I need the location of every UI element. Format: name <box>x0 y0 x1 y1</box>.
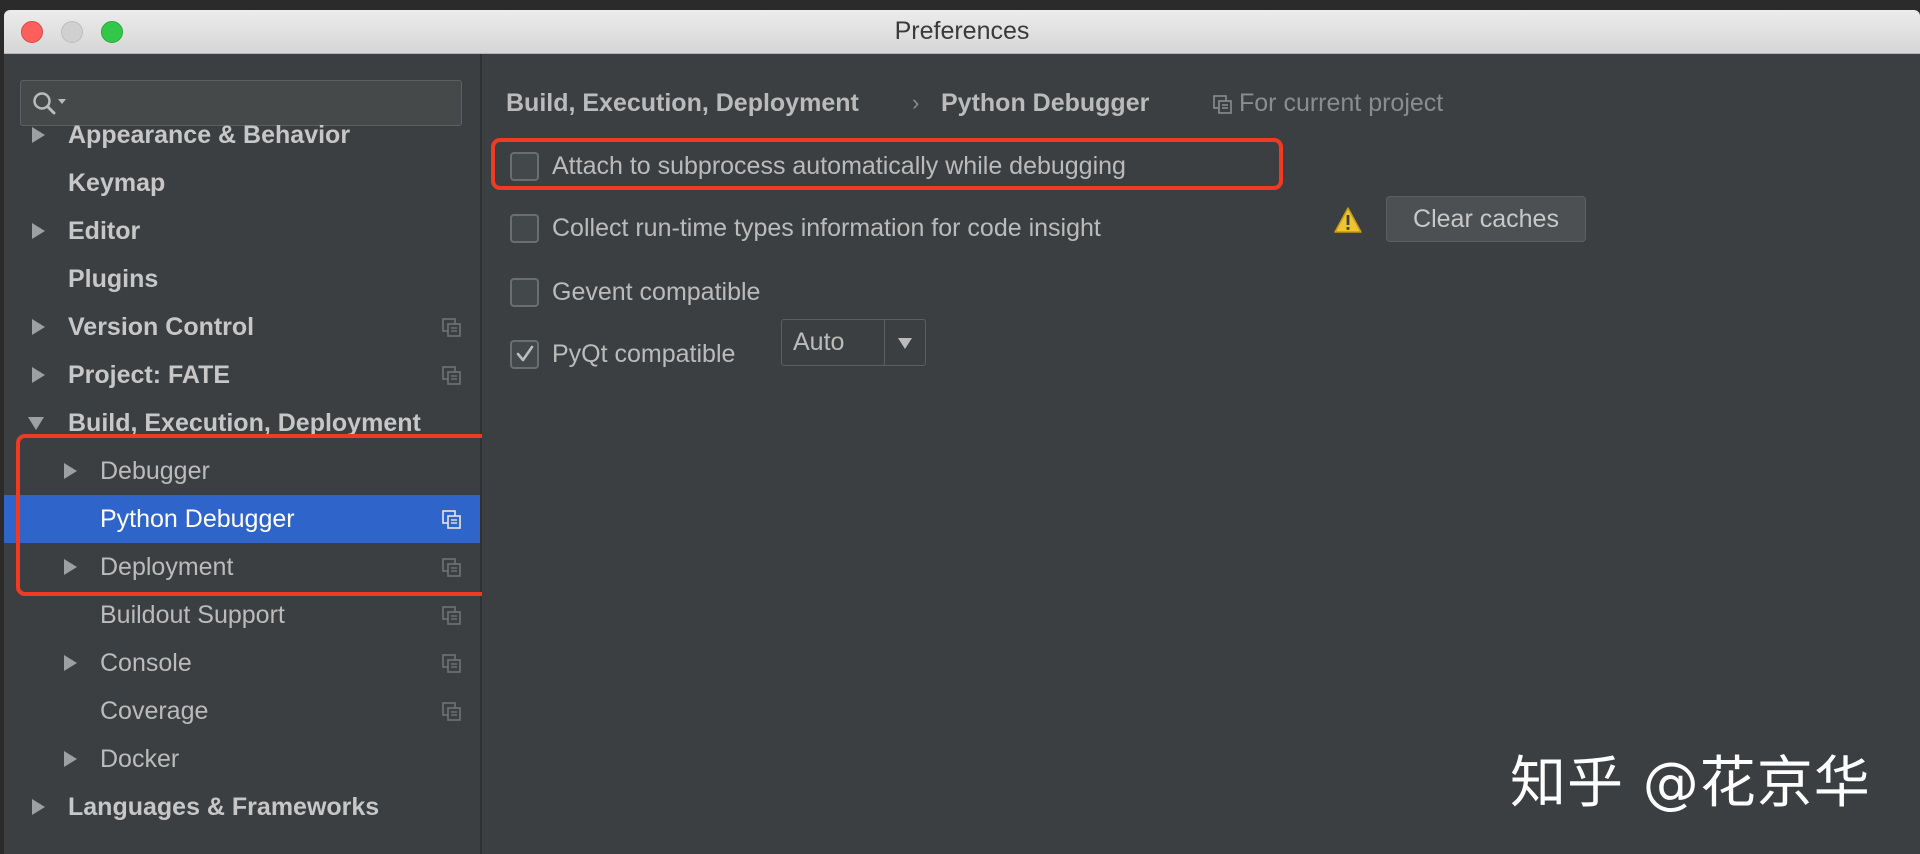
sidebar-item-docker[interactable]: Docker <box>4 735 480 783</box>
breadcrumb-parent: Build, Execution, Deployment <box>506 89 859 117</box>
scope-label: For current project <box>1239 89 1444 117</box>
title-bar: Preferences <box>4 10 1920 54</box>
project-scope-icon <box>442 366 461 385</box>
collapse-arrow-icon[interactable] <box>28 417 44 430</box>
sidebar-item-languages-frameworks[interactable]: Languages & Frameworks <box>4 783 480 831</box>
gevent-checkbox[interactable] <box>510 278 539 307</box>
sidebar-item-buildout-support[interactable]: Buildout Support <box>4 591 480 639</box>
collect-types-checkbox[interactable] <box>510 214 539 243</box>
expand-arrow-icon[interactable] <box>32 367 45 383</box>
project-scope-icon <box>442 654 461 673</box>
project-scope-icon <box>1213 95 1232 114</box>
sidebar-item-label: Appearance & Behavior <box>68 121 351 149</box>
sidebar-item-label: Editor <box>68 217 141 245</box>
gevent-label: Gevent compatible <box>552 278 761 306</box>
project-scope-icon <box>442 606 461 625</box>
preferences-window: Preferences Appearance & Behavior Keymap… <box>4 10 1920 854</box>
expand-arrow-icon[interactable] <box>32 319 45 335</box>
expand-arrow-icon[interactable] <box>64 751 77 767</box>
select-divider <box>884 320 885 365</box>
clear-caches-button[interactable]: Clear caches <box>1386 196 1586 242</box>
sidebar-item-console[interactable]: Console <box>4 639 480 687</box>
sidebar-item-label: Version Control <box>68 313 255 341</box>
sidebar-item-label: Docker <box>100 745 180 773</box>
pyqt-checkbox[interactable] <box>510 340 539 369</box>
sidebar-item-keymap[interactable]: Keymap <box>4 159 480 207</box>
sidebar-item-label: Buildout Support <box>100 601 285 629</box>
project-scope-icon <box>442 702 461 721</box>
breadcrumb-current: Python Debugger <box>941 89 1150 117</box>
expand-arrow-icon[interactable] <box>32 799 45 815</box>
sidebar-item-label: Project: FATE <box>68 361 231 389</box>
watermark: 知乎 @花京华 <box>1510 751 1871 816</box>
desktop-strip <box>0 0 1920 10</box>
highlight-callout <box>491 138 1283 190</box>
checkmark-icon <box>516 345 534 362</box>
collect-types-label: Collect run-time types information for c… <box>552 214 1101 242</box>
sidebar-item-version-control[interactable]: Version Control <box>4 303 480 351</box>
warning-icon <box>1334 207 1362 233</box>
expand-arrow-icon[interactable] <box>64 655 77 671</box>
pyqt-mode-select[interactable]: Auto <box>781 319 926 366</box>
sidebar-item-project-fate[interactable]: Project: FATE <box>4 351 480 399</box>
sidebar-item-appearance-behavior[interactable]: Appearance & Behavior <box>4 111 480 159</box>
window-title: Preferences <box>894 17 1030 45</box>
sidebar-item-coverage[interactable]: Coverage <box>4 687 480 735</box>
sidebar-item-label: Languages & Frameworks <box>68 793 380 821</box>
sidebar-item-label: Console <box>100 649 192 677</box>
pyqt-label: PyQt compatible <box>552 340 736 368</box>
project-scope-icon <box>442 318 461 337</box>
pyqt-mode-value: Auto <box>793 328 845 356</box>
expand-arrow-icon[interactable] <box>32 223 45 239</box>
sidebar-item-editor[interactable]: Editor <box>4 207 480 255</box>
expand-arrow-icon[interactable] <box>32 127 45 143</box>
sidebar-item-plugins[interactable]: Plugins <box>4 255 480 303</box>
sidebar-item-label: Keymap <box>68 169 166 197</box>
sidebar-item-label: Plugins <box>68 265 159 293</box>
sidebar-item-label: Coverage <box>100 697 209 725</box>
settings-content: Build, Execution, Deployment › Python De… <box>482 54 1920 854</box>
breadcrumb-separator: › <box>912 90 920 115</box>
highlight-callout <box>16 434 514 596</box>
settings-sidebar: Appearance & Behavior Keymap Editor Plug… <box>4 54 514 854</box>
chevron-down-icon[interactable] <box>898 338 912 349</box>
